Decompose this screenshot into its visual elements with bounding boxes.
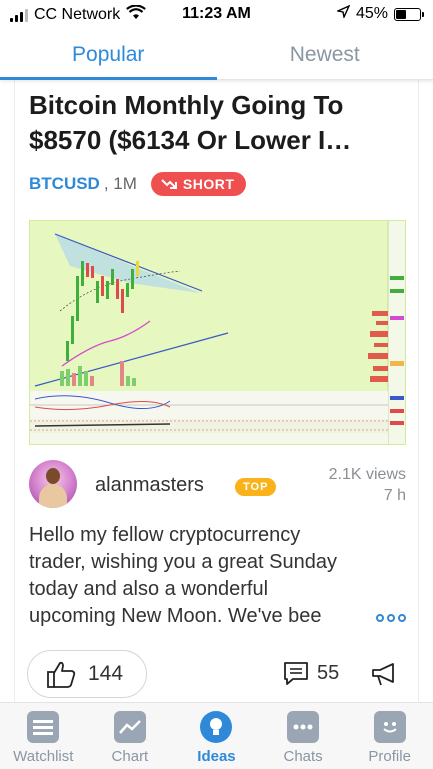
nav-watchlist[interactable]: Watchlist <box>0 703 87 769</box>
tab-popular[interactable]: Popular <box>0 30 217 80</box>
idea-age: 7 h <box>383 487 406 504</box>
comments-button[interactable]: 55 <box>283 660 339 686</box>
idea-card[interactable]: Bitcoin Monthly Going To $8570 ($6134 Or… <box>14 80 419 702</box>
nav-profile-label: Profile <box>368 748 411 765</box>
idea-description[interactable]: Hello my fellow cryptocurrency trader, w… <box>29 522 406 632</box>
battery-percent: 45% <box>355 5 388 22</box>
idea-meta: BTCUSD , 1M SHORT <box>29 172 247 196</box>
battery-icon <box>394 7 424 21</box>
idea-title-line-1: Bitcoin Monthly Going To <box>29 90 344 120</box>
top-author-badge: TOP <box>235 478 277 496</box>
trend-down-icon <box>161 179 177 189</box>
chats-icon <box>287 711 320 743</box>
nav-profile[interactable]: Profile <box>346 703 433 769</box>
bottom-nav: Watchlist Chart Ideas Chats Profile <box>0 702 433 769</box>
volume-profile <box>368 311 388 382</box>
nav-chats-label: Chats <box>283 748 323 765</box>
views-count: 2.1K views <box>328 466 406 483</box>
location-arrow-icon <box>335 4 351 23</box>
idea-title-line-2: $8570 ($6134 Or Lower I… <box>29 125 352 155</box>
idea-stats: 2.1K views 7 h <box>329 464 406 506</box>
nav-chart-label: Chart <box>111 748 149 765</box>
avatar[interactable] <box>29 460 77 508</box>
short-badge: SHORT <box>150 172 247 196</box>
comment-icon <box>284 662 308 685</box>
description-line-1: Hello my fellow cryptocurrency <box>29 524 301 546</box>
symbol-link[interactable]: BTCUSD <box>29 174 100 194</box>
like-count: 144 <box>88 662 124 685</box>
feed-tabs: Popular Newest <box>0 30 433 80</box>
nav-chats[interactable]: Chats <box>260 703 347 769</box>
comment-count: 55 <box>317 661 340 684</box>
author-row: alanmasters TOP 2.1K views 7 h <box>29 460 406 512</box>
nav-watchlist-label: Watchlist <box>13 748 74 765</box>
tab-newest[interactable]: Newest <box>217 30 433 79</box>
timeframe-label: , 1M <box>103 174 137 193</box>
description-line-3: today and also a wonderful <box>29 578 269 600</box>
like-button[interactable]: 144 <box>27 650 147 698</box>
status-bar: CC Network 11:23 AM 45% <box>0 0 433 30</box>
megaphone-share-icon <box>372 663 394 686</box>
watchlist-icon <box>27 711 60 743</box>
chart-icon <box>113 711 146 743</box>
share-button[interactable] <box>371 661 399 692</box>
profile-icon <box>373 711 406 743</box>
thumbs-up-icon <box>47 661 76 688</box>
author-name[interactable]: alanmasters <box>95 474 204 497</box>
idea-chart-image[interactable] <box>29 220 406 445</box>
ideas-lightbulb-icon <box>200 711 233 743</box>
more-icon[interactable] <box>376 608 406 628</box>
short-label: SHORT <box>182 176 235 192</box>
idea-title[interactable]: Bitcoin Monthly Going To $8570 ($6134 Or… <box>29 88 409 158</box>
nav-ideas[interactable]: Ideas <box>173 703 260 769</box>
nav-chart[interactable]: Chart <box>87 703 174 769</box>
description-line-2: trader, wishing you a great Sunday <box>29 551 337 573</box>
nav-ideas-label: Ideas <box>197 748 236 765</box>
chart-thumbnail <box>30 221 405 444</box>
volume-bars <box>60 361 136 386</box>
